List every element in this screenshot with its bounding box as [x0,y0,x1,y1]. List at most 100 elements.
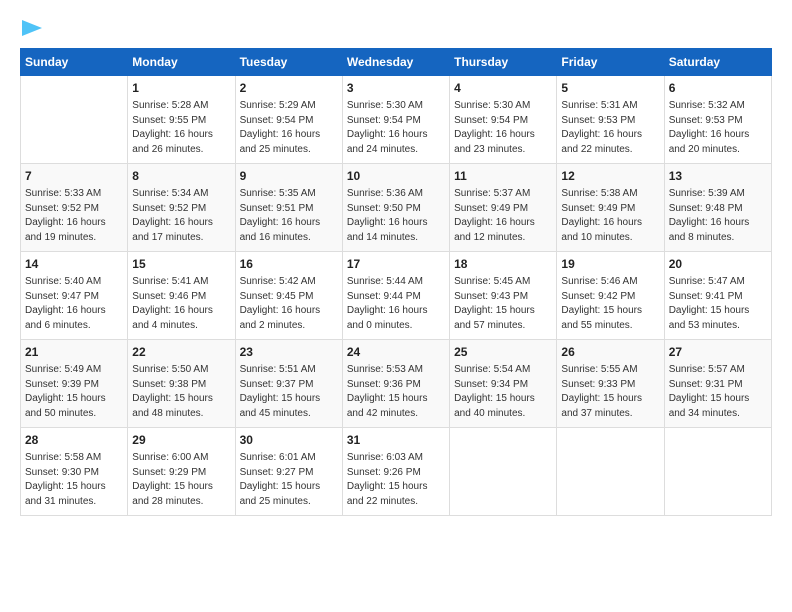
cell-info: Sunrise: 6:03 AM Sunset: 9:26 PM Dayligh… [347,451,445,509]
day-number: 6 [669,80,767,97]
cell-info: Sunrise: 5:42 AM Sunset: 9:45 PM Dayligh… [240,275,338,333]
cell-2-6: 12 Sunrise: 5:38 AM Sunset: 9:49 PM Dayli… [557,164,664,252]
week-row-3: 14 Sunrise: 5:40 AM Sunset: 9:47 PM Dayli… [21,252,772,340]
cell-4-3: 23 Sunrise: 5:51 AM Sunset: 9:37 PM Dayli… [235,340,342,428]
cell-4-2: 22 Sunrise: 5:50 AM Sunset: 9:38 PM Dayli… [128,340,235,428]
cell-4-1: 21 Sunrise: 5:49 AM Sunset: 9:39 PM Dayli… [21,340,128,428]
cell-1-6: 5 Sunrise: 5:31 AM Sunset: 9:53 PM Daylig… [557,76,664,164]
cell-2-3: 9 Sunrise: 5:35 AM Sunset: 9:51 PM Daylig… [235,164,342,252]
cell-5-1: 28Sunrise: 5:58 AM Sunset: 9:30 PM Dayli… [21,428,128,516]
cell-3-6: 19 Sunrise: 5:46 AM Sunset: 9:42 PM Dayli… [557,252,664,340]
cell-3-1: 14 Sunrise: 5:40 AM Sunset: 9:47 PM Dayli… [21,252,128,340]
cell-5-3: 30 Sunrise: 6:01 AM Sunset: 9:27 PM Dayli… [235,428,342,516]
cell-2-1: 7 Sunrise: 5:33 AM Sunset: 9:52 PM Daylig… [21,164,128,252]
cell-info: Sunrise: 5:40 AM Sunset: 9:47 PM Dayligh… [25,275,123,333]
header [20,18,772,38]
cell-4-5: 25 Sunrise: 5:54 AM Sunset: 9:34 PM Dayli… [450,340,557,428]
cell-info: Sunrise: 5:47 AM Sunset: 9:41 PM Dayligh… [669,275,767,333]
logo [20,18,44,38]
week-row-1: 1 Sunrise: 5:28 AM Sunset: 9:55 PM Daylig… [21,76,772,164]
day-number: 27 [669,344,767,361]
cell-info: Sunrise: 5:49 AM Sunset: 9:39 PM Dayligh… [25,363,123,421]
day-number: 18 [454,256,552,273]
cell-info: Sunrise: 5:39 AM Sunset: 9:48 PM Dayligh… [669,187,767,245]
cell-4-4: 24 Sunrise: 5:53 AM Sunset: 9:36 PM Dayli… [342,340,449,428]
cell-info: Sunrise: 5:33 AM Sunset: 9:52 PM Dayligh… [25,187,123,245]
week-row-4: 21 Sunrise: 5:49 AM Sunset: 9:39 PM Dayli… [21,340,772,428]
cell-3-7: 20 Sunrise: 5:47 AM Sunset: 9:41 PM Dayli… [664,252,771,340]
cell-info: Sunrise: 5:51 AM Sunset: 9:37 PM Dayligh… [240,363,338,421]
cell-3-4: 17 Sunrise: 5:44 AM Sunset: 9:44 PM Dayli… [342,252,449,340]
cell-4-6: 26Sunrise: 5:55 AM Sunset: 9:33 PM Dayli… [557,340,664,428]
cell-info: Sunrise: 6:01 AM Sunset: 9:27 PM Dayligh… [240,451,338,509]
day-number: 25 [454,344,552,361]
day-number: 8 [132,168,230,185]
col-header-tuesday: Tuesday [235,49,342,76]
col-header-sunday: Sunday [21,49,128,76]
cell-info: Sunrise: 5:30 AM Sunset: 9:54 PM Dayligh… [454,99,552,157]
day-number: 28 [25,432,123,449]
day-number: 7 [25,168,123,185]
day-number: 21 [25,344,123,361]
day-number: 22 [132,344,230,361]
day-number: 13 [669,168,767,185]
col-header-thursday: Thursday [450,49,557,76]
day-number: 17 [347,256,445,273]
day-number: 4 [454,80,552,97]
cell-info: Sunrise: 5:37 AM Sunset: 9:49 PM Dayligh… [454,187,552,245]
calendar-table: SundayMondayTuesdayWednesdayThursdayFrid… [20,48,772,516]
cell-5-2: 29Sunrise: 6:00 AM Sunset: 9:29 PM Dayli… [128,428,235,516]
day-number: 16 [240,256,338,273]
cell-info: Sunrise: 5:30 AM Sunset: 9:54 PM Dayligh… [347,99,445,157]
cell-2-4: 10Sunrise: 5:36 AM Sunset: 9:50 PM Dayli… [342,164,449,252]
day-number: 23 [240,344,338,361]
cell-info: Sunrise: 5:35 AM Sunset: 9:51 PM Dayligh… [240,187,338,245]
day-number: 9 [240,168,338,185]
cell-3-3: 16 Sunrise: 5:42 AM Sunset: 9:45 PM Dayli… [235,252,342,340]
cell-3-5: 18 Sunrise: 5:45 AM Sunset: 9:43 PM Dayli… [450,252,557,340]
cell-2-2: 8 Sunrise: 5:34 AM Sunset: 9:52 PM Daylig… [128,164,235,252]
cell-1-4: 3Sunrise: 5:30 AM Sunset: 9:54 PM Daylig… [342,76,449,164]
cell-1-5: 4 Sunrise: 5:30 AM Sunset: 9:54 PM Daylig… [450,76,557,164]
cell-info: Sunrise: 5:28 AM Sunset: 9:55 PM Dayligh… [132,99,230,157]
cell-5-6 [557,428,664,516]
cell-info: Sunrise: 6:00 AM Sunset: 9:29 PM Dayligh… [132,451,230,509]
cell-4-7: 27 Sunrise: 5:57 AM Sunset: 9:31 PM Dayli… [664,340,771,428]
cell-5-7 [664,428,771,516]
logo-arrow-icon [22,18,44,38]
day-number: 26 [561,344,659,361]
day-number: 11 [454,168,552,185]
col-header-friday: Friday [557,49,664,76]
header-row: SundayMondayTuesdayWednesdayThursdayFrid… [21,49,772,76]
cell-1-7: 6Sunrise: 5:32 AM Sunset: 9:53 PM Daylig… [664,76,771,164]
cell-2-7: 13 Sunrise: 5:39 AM Sunset: 9:48 PM Dayli… [664,164,771,252]
day-number: 15 [132,256,230,273]
day-number: 5 [561,80,659,97]
cell-info: Sunrise: 5:50 AM Sunset: 9:38 PM Dayligh… [132,363,230,421]
cell-1-1 [21,76,128,164]
cell-info: Sunrise: 5:31 AM Sunset: 9:53 PM Dayligh… [561,99,659,157]
cell-info: Sunrise: 5:41 AM Sunset: 9:46 PM Dayligh… [132,275,230,333]
cell-info: Sunrise: 5:34 AM Sunset: 9:52 PM Dayligh… [132,187,230,245]
cell-info: Sunrise: 5:54 AM Sunset: 9:34 PM Dayligh… [454,363,552,421]
cell-5-4: 31 Sunrise: 6:03 AM Sunset: 9:26 PM Dayli… [342,428,449,516]
cell-1-3: 2Sunrise: 5:29 AM Sunset: 9:54 PM Daylig… [235,76,342,164]
cell-3-2: 15 Sunrise: 5:41 AM Sunset: 9:46 PM Dayli… [128,252,235,340]
cell-info: Sunrise: 5:57 AM Sunset: 9:31 PM Dayligh… [669,363,767,421]
week-row-2: 7 Sunrise: 5:33 AM Sunset: 9:52 PM Daylig… [21,164,772,252]
day-number: 31 [347,432,445,449]
cell-info: Sunrise: 5:53 AM Sunset: 9:36 PM Dayligh… [347,363,445,421]
day-number: 30 [240,432,338,449]
cell-info: Sunrise: 5:38 AM Sunset: 9:49 PM Dayligh… [561,187,659,245]
day-number: 1 [132,80,230,97]
day-number: 19 [561,256,659,273]
cell-info: Sunrise: 5:46 AM Sunset: 9:42 PM Dayligh… [561,275,659,333]
day-number: 14 [25,256,123,273]
day-number: 12 [561,168,659,185]
day-number: 20 [669,256,767,273]
cell-info: Sunrise: 5:44 AM Sunset: 9:44 PM Dayligh… [347,275,445,333]
cell-1-2: 1 Sunrise: 5:28 AM Sunset: 9:55 PM Daylig… [128,76,235,164]
cell-info: Sunrise: 5:45 AM Sunset: 9:43 PM Dayligh… [454,275,552,333]
cell-info: Sunrise: 5:29 AM Sunset: 9:54 PM Dayligh… [240,99,338,157]
day-number: 24 [347,344,445,361]
